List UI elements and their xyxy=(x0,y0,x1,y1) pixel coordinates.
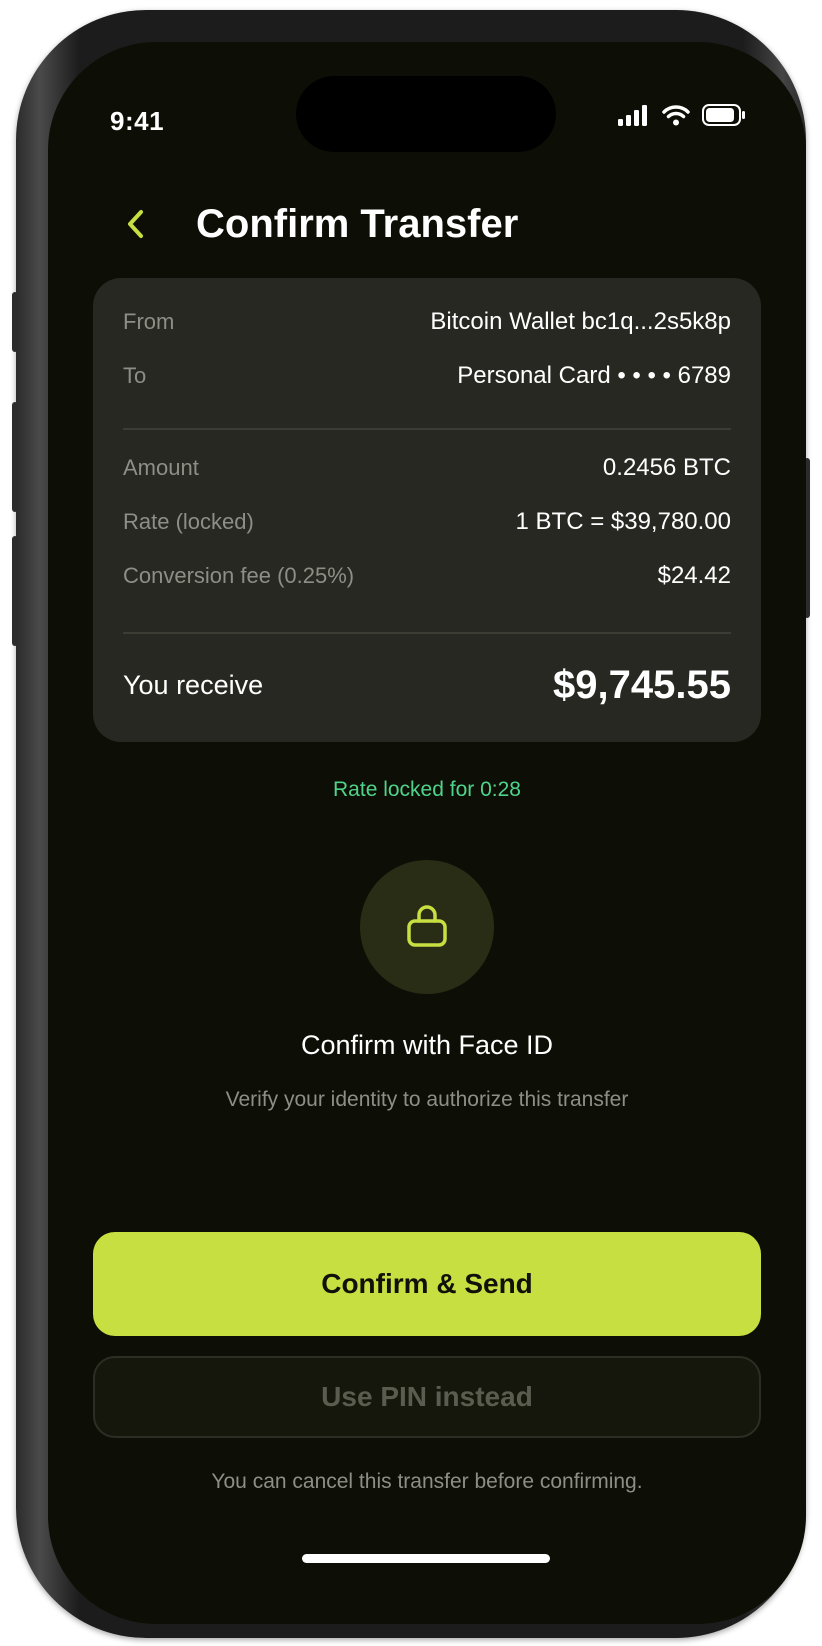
from-row: From Bitcoin Wallet bc1q...2s5k8p xyxy=(123,308,731,336)
fee-value: $24.42 xyxy=(657,562,731,589)
back-button[interactable] xyxy=(116,206,156,246)
status-icons xyxy=(618,104,746,131)
rate-label: Rate (locked) xyxy=(123,509,254,534)
face-id-subtitle: Verify your identity to authorize this t… xyxy=(225,1088,629,1111)
cancel-note: You can cancel this transfer before conf… xyxy=(211,1470,643,1493)
status-time: 9:41 xyxy=(110,106,165,136)
divider xyxy=(123,428,731,430)
lock-icon xyxy=(403,901,451,954)
rate-lock-timer: Rate locked for 0:28 xyxy=(333,778,521,801)
use-pin-button[interactable]: Use PIN instead xyxy=(93,1356,761,1438)
page-title: Confirm Transfer xyxy=(196,202,519,246)
transfer-summary-card: From Bitcoin Wallet bc1q...2s5k8p To Per… xyxy=(93,278,761,742)
cellular-signal-icon xyxy=(618,104,650,131)
rate-value: 1 BTC = $39,780.00 xyxy=(515,508,731,535)
volume-down-button xyxy=(12,536,18,646)
action-button xyxy=(12,292,18,352)
amount-label: Amount xyxy=(123,455,199,480)
rate-row: Rate (locked) 1 BTC = $39,780.00 xyxy=(123,508,731,536)
to-row: To Personal Card • • • • 6789 xyxy=(123,362,731,390)
from-label: From xyxy=(123,309,175,334)
receive-label: You receive xyxy=(123,669,264,700)
divider xyxy=(123,632,731,634)
amount-row: Amount 0.2456 BTC xyxy=(123,454,731,482)
chevron-left-icon xyxy=(125,209,147,244)
battery-icon xyxy=(702,104,746,131)
receive-row: You receive $9,745.55 xyxy=(123,652,731,718)
volume-up-button xyxy=(12,402,18,512)
confirm-send-button[interactable]: Confirm & Send xyxy=(93,1232,761,1336)
face-id-badge xyxy=(360,860,494,994)
face-id-title: Confirm with Face ID xyxy=(300,1030,554,1060)
home-indicator[interactable] xyxy=(302,1554,550,1563)
fee-label: Conversion fee (0.25%) xyxy=(123,563,355,588)
dynamic-island xyxy=(296,76,556,152)
screen: 9:41 Confirm Transfer From Bitcoin Walle… xyxy=(48,42,806,1624)
fee-row: Conversion fee (0.25%) $24.42 xyxy=(123,562,731,590)
phone-frame: 9:41 Confirm Transfer From Bitcoin Walle… xyxy=(12,10,810,1638)
to-label: To xyxy=(123,363,147,388)
to-value: Personal Card • • • • 6789 xyxy=(457,362,731,389)
header: Confirm Transfer xyxy=(48,192,806,262)
wifi-icon xyxy=(662,104,690,131)
amount-value: 0.2456 BTC xyxy=(602,454,731,481)
from-value: Bitcoin Wallet bc1q...2s5k8p xyxy=(430,308,731,335)
receive-value: $9,745.55 xyxy=(553,662,731,707)
